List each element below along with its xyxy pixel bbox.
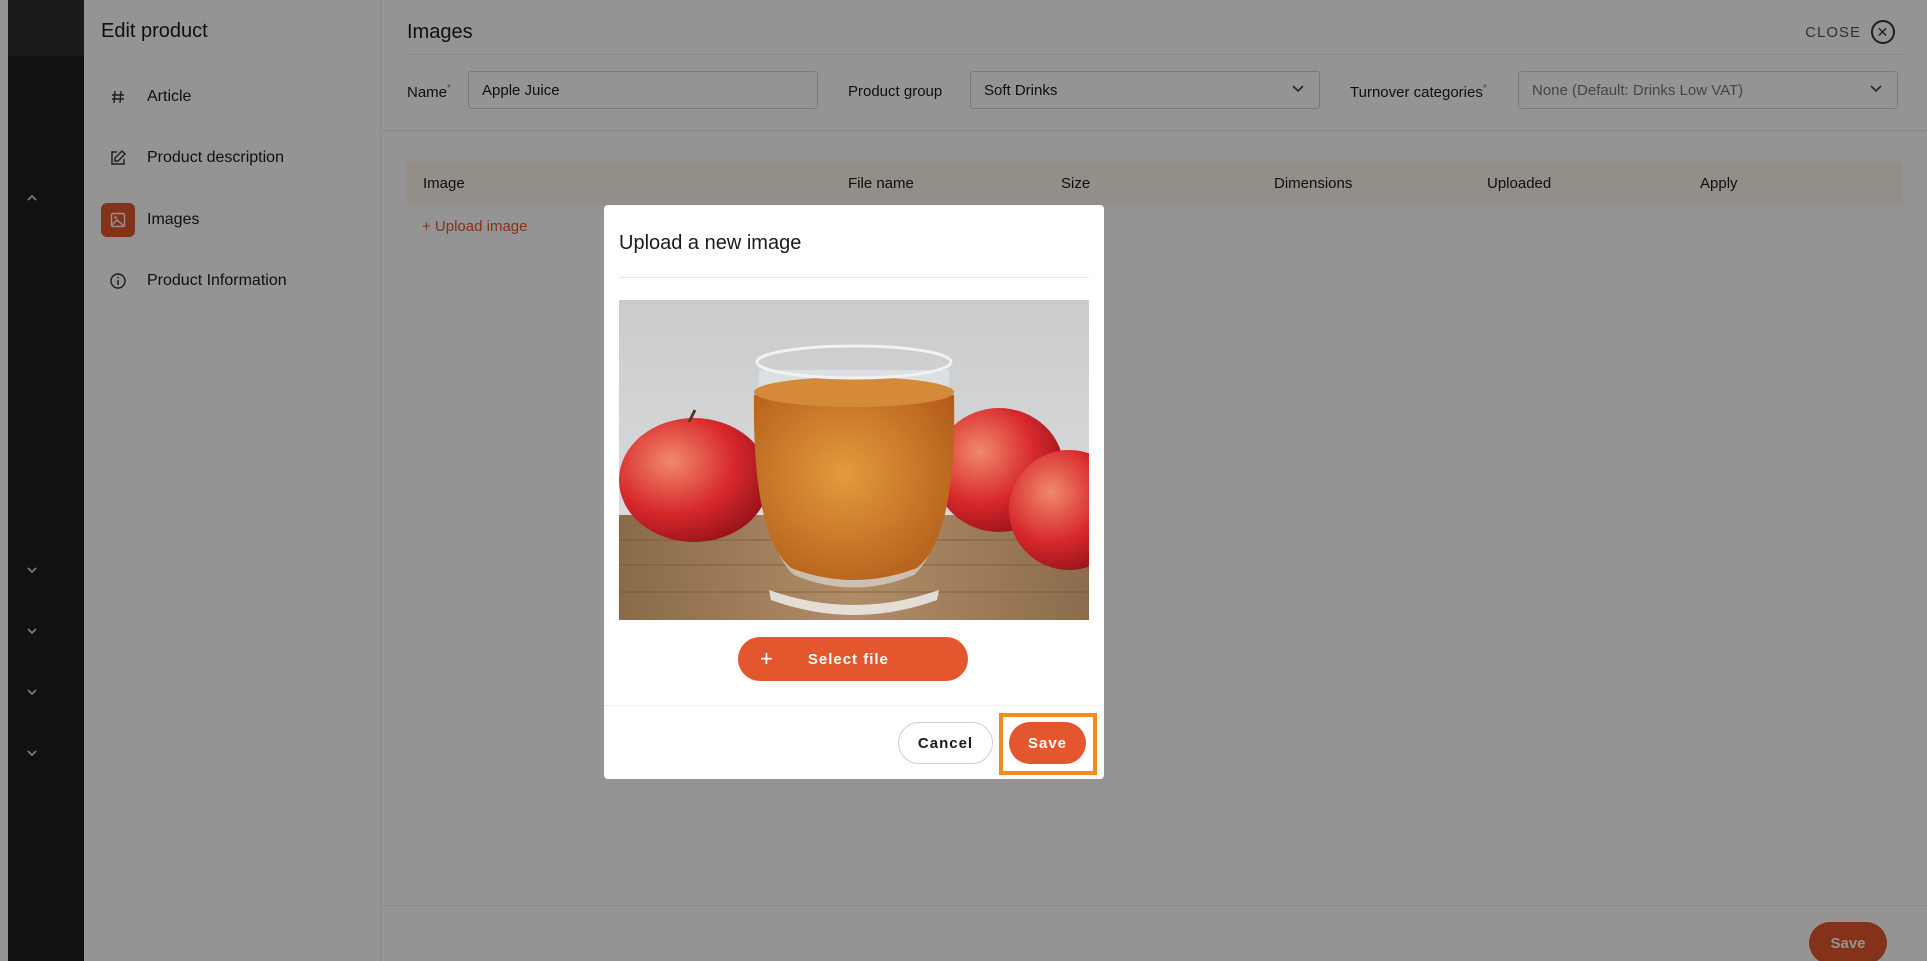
cancel-button[interactable]: Cancel: [898, 722, 993, 764]
save-button[interactable]: Save: [1009, 722, 1086, 764]
upload-image-dialog: Upload a new image + Select file Cancel …: [604, 205, 1104, 779]
select-file-button[interactable]: + Select file: [738, 637, 968, 681]
select-file-label: Select file: [807, 650, 889, 668]
plus-icon: +: [760, 646, 774, 671]
divider: [619, 277, 1089, 278]
image-preview: [619, 300, 1089, 620]
dialog-footer: Cancel Save: [604, 705, 1104, 779]
dialog-title: Upload a new image: [619, 232, 802, 254]
